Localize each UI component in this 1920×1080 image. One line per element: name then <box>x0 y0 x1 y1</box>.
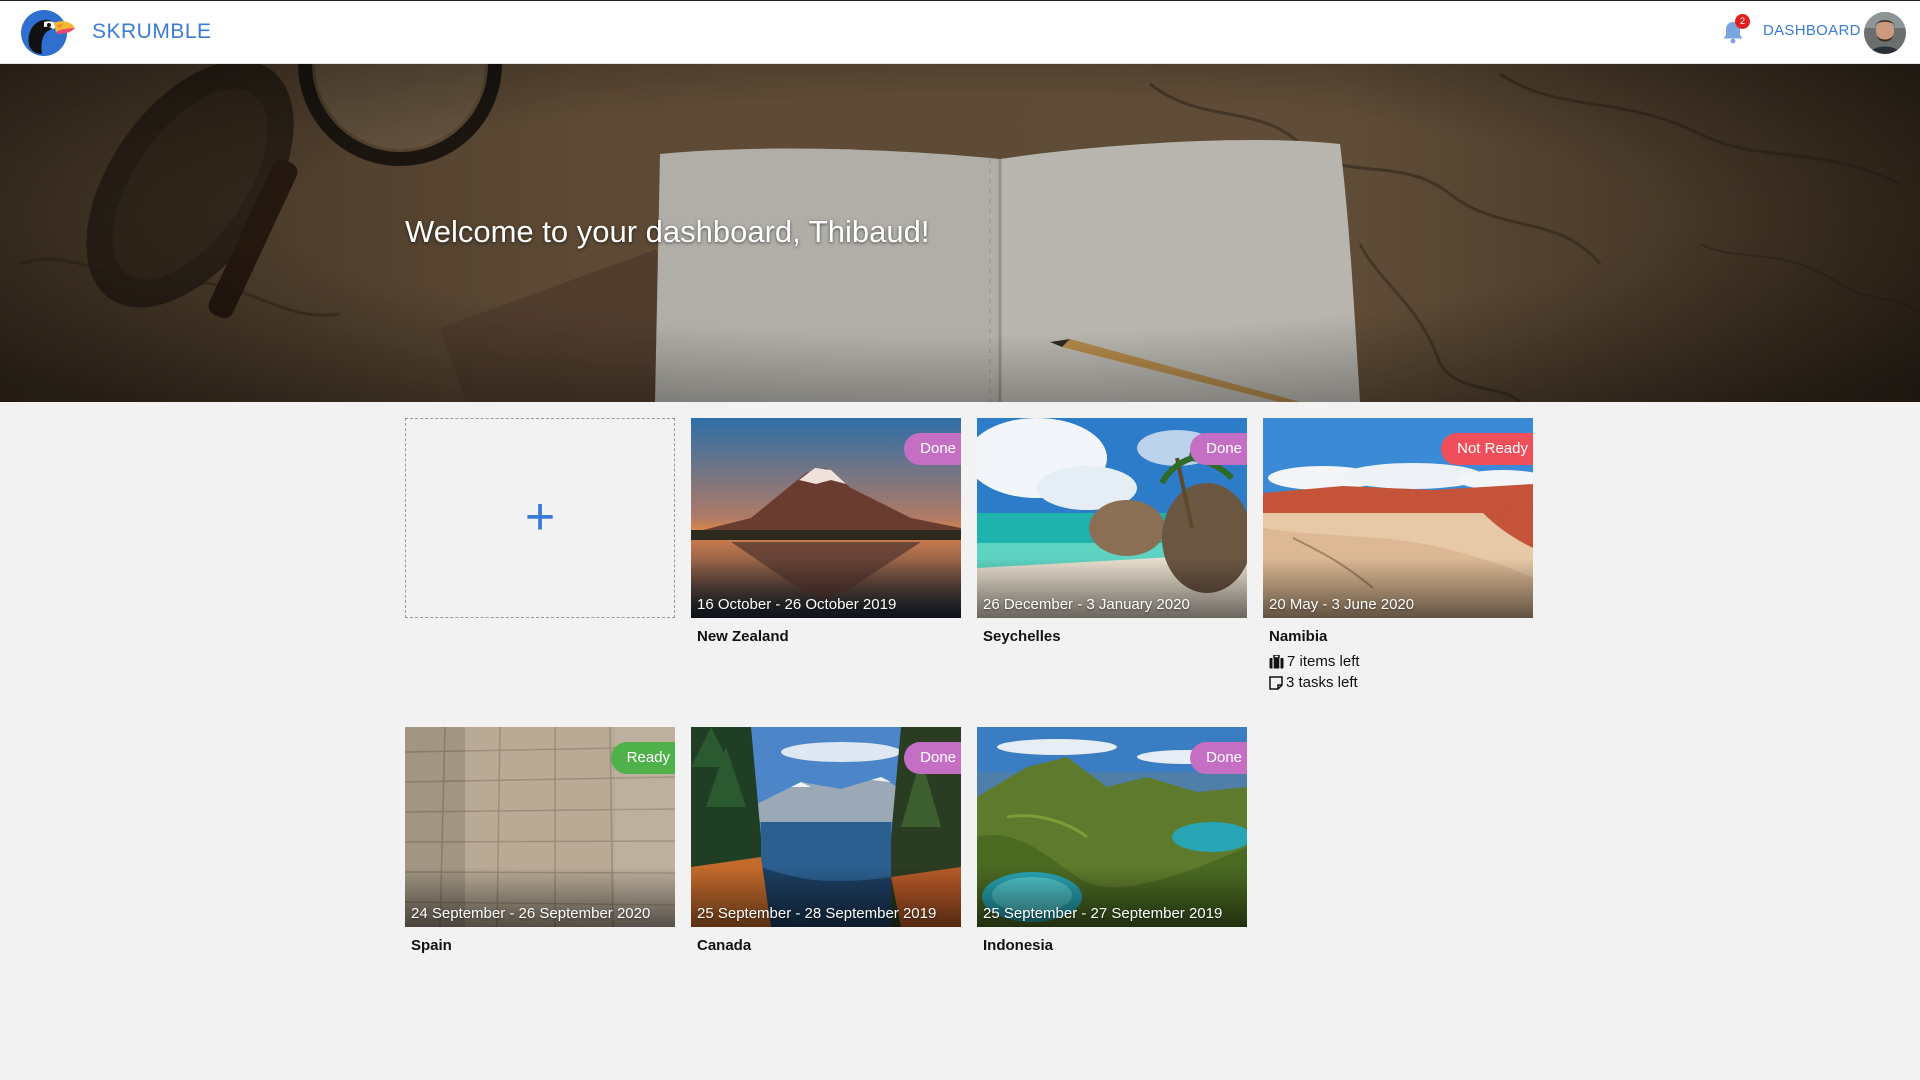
toucan-logo-icon[interactable] <box>20 10 76 56</box>
status-badge: Done <box>1190 742 1247 774</box>
items-left-row: 7 items left <box>1263 653 1533 670</box>
tasks-left-text: 3 tasks left <box>1286 674 1358 691</box>
top-navbar: SKRUMBLE 2 DASHBOARD <box>0 0 1920 64</box>
trip-photo[interactable]: 20 May - 3 June 2020 Not Ready <box>1263 418 1533 618</box>
welcome-heading: Welcome to your dashboard, Thibaud! <box>405 214 930 249</box>
trip-name[interactable]: Indonesia <box>977 937 1247 954</box>
hero-map-notebook-image <box>0 64 1920 402</box>
trip-name[interactable]: Canada <box>691 937 961 954</box>
trip-card-seychelles[interactable]: 26 December - 3 January 2020 Done Seyche… <box>977 418 1247 645</box>
trip-name[interactable]: Namibia <box>1263 628 1533 645</box>
add-trip-card[interactable]: + <box>405 418 675 618</box>
status-badge: Done <box>904 742 961 774</box>
status-badge: Done <box>904 433 961 465</box>
tasks-left-row: 3 tasks left <box>1263 674 1533 691</box>
trip-card-canada[interactable]: 25 September - 28 September 2019 Done Ca… <box>691 727 961 954</box>
hero-banner: Welcome to your dashboard, Thibaud! <box>0 64 1920 402</box>
trip-dates: 20 May - 3 June 2020 <box>1269 596 1415 613</box>
trip-photo[interactable]: 16 October - 26 October 2019 Done <box>691 418 961 618</box>
status-badge: Not Ready <box>1441 433 1533 465</box>
status-badge: Done <box>1190 433 1247 465</box>
plus-icon[interactable]: + <box>406 419 674 617</box>
trip-dates: 25 September - 27 September 2019 <box>983 905 1223 922</box>
trip-name[interactable]: New Zealand <box>691 628 961 645</box>
notification-count-badge: 2 <box>1735 14 1750 29</box>
brand-name[interactable]: SKRUMBLE <box>92 20 212 44</box>
trip-photo[interactable]: 25 September - 28 September 2019 Done <box>691 727 961 927</box>
user-avatar[interactable] <box>1864 12 1906 54</box>
trip-dates: 16 October - 26 October 2019 <box>697 596 897 613</box>
trip-dates: 24 September - 26 September 2020 <box>411 905 651 922</box>
trip-name[interactable]: Spain <box>405 937 675 954</box>
nav-dashboard-link[interactable]: DASHBOARD <box>1763 22 1861 39</box>
trip-card-spain[interactable]: 24 September - 26 September 2020 Ready S… <box>405 727 675 954</box>
items-left-text: 7 items left <box>1287 653 1360 670</box>
trip-photo[interactable]: 24 September - 26 September 2020 Ready <box>405 727 675 927</box>
trip-card-new-zealand[interactable]: 16 October - 26 October 2019 Done New Ze… <box>691 418 961 645</box>
trip-card-indonesia[interactable]: 25 September - 27 September 2019 Done In… <box>977 727 1247 954</box>
trip-dates: 25 September - 28 September 2019 <box>697 905 937 922</box>
trip-name[interactable]: Seychelles <box>977 628 1247 645</box>
status-badge: Ready <box>610 742 675 774</box>
trip-dates: 26 December - 3 January 2020 <box>983 596 1190 613</box>
sticky-note-icon <box>1269 675 1283 690</box>
trip-photo[interactable]: 25 September - 27 September 2019 Done <box>977 727 1247 927</box>
suitcase-icon <box>1269 654 1284 668</box>
trip-photo[interactable]: 26 December - 3 January 2020 Done <box>977 418 1247 618</box>
trip-card-namibia[interactable]: 20 May - 3 June 2020 Not Ready Namibia 7… <box>1263 418 1533 691</box>
